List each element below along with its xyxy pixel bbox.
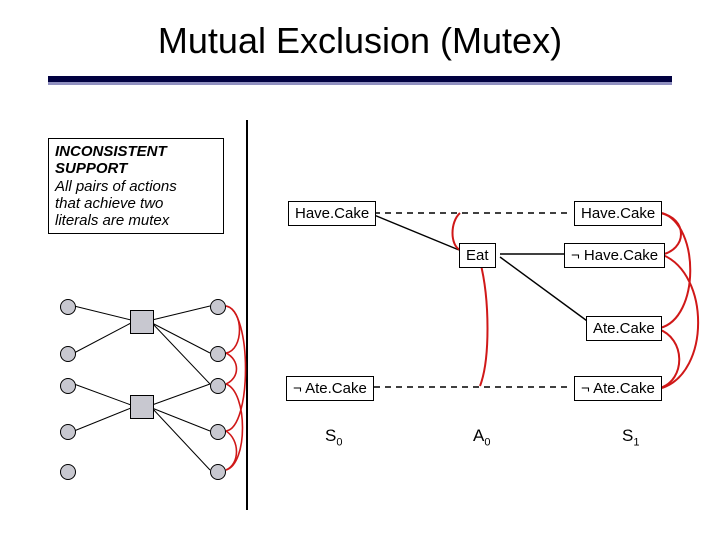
level-letter: S (325, 426, 336, 445)
definition-box: INCONSISTENT SUPPORT All pairs of action… (48, 138, 224, 234)
lit-node (60, 464, 76, 480)
vertical-divider (246, 120, 248, 510)
lit-node (60, 424, 76, 440)
s1-ate-cake: Ate.Cake (586, 316, 662, 341)
page-title: Mutual Exclusion (Mutex) (0, 20, 720, 62)
node-label: Eat (466, 247, 489, 264)
def-body-2: that achieve two (55, 195, 163, 212)
node-label: ¬ Ate.Cake (293, 380, 367, 397)
action-node (130, 395, 154, 419)
level-sub: 0 (336, 436, 342, 448)
lit-node (210, 378, 226, 394)
lit-node (210, 424, 226, 440)
node-label: Have.Cake (581, 205, 655, 222)
node-label: Have.Cake (295, 205, 369, 222)
level-sub: 1 (633, 436, 639, 448)
level-letter: S (622, 426, 633, 445)
action-node (130, 310, 154, 334)
title-underline-light (48, 82, 672, 85)
level-letter: A (473, 426, 484, 445)
lit-node (60, 346, 76, 362)
a0-eat: Eat (459, 243, 496, 268)
s1-not-have-cake: ¬ Have.Cake (564, 243, 665, 268)
level-s0: S0 (325, 426, 342, 448)
s0-not-ate-cake: ¬ Ate.Cake (286, 376, 374, 401)
def-body-3: literals are mutex (55, 212, 169, 229)
lit-node (210, 346, 226, 362)
def-head-2: SUPPORT (55, 160, 127, 177)
level-s1: S1 (622, 426, 639, 448)
s1-have-cake: Have.Cake (574, 201, 662, 226)
node-label: Ate.Cake (593, 320, 655, 337)
lit-node (60, 378, 76, 394)
s0-have-cake: Have.Cake (288, 201, 376, 226)
level-sub: 0 (484, 436, 490, 448)
s1-not-ate-cake: ¬ Ate.Cake (574, 376, 662, 401)
def-body-1: All pairs of actions (55, 178, 177, 195)
def-head-1: INCONSISTENT (55, 143, 167, 160)
lit-node (210, 464, 226, 480)
lit-node (60, 299, 76, 315)
node-label: ¬ Ate.Cake (581, 380, 655, 397)
lit-node (210, 299, 226, 315)
slide: Mutual Exclusion (Mutex) INCONSISTENT SU… (0, 0, 720, 540)
level-a0: A0 (473, 426, 490, 448)
node-label: ¬ Have.Cake (571, 247, 658, 264)
